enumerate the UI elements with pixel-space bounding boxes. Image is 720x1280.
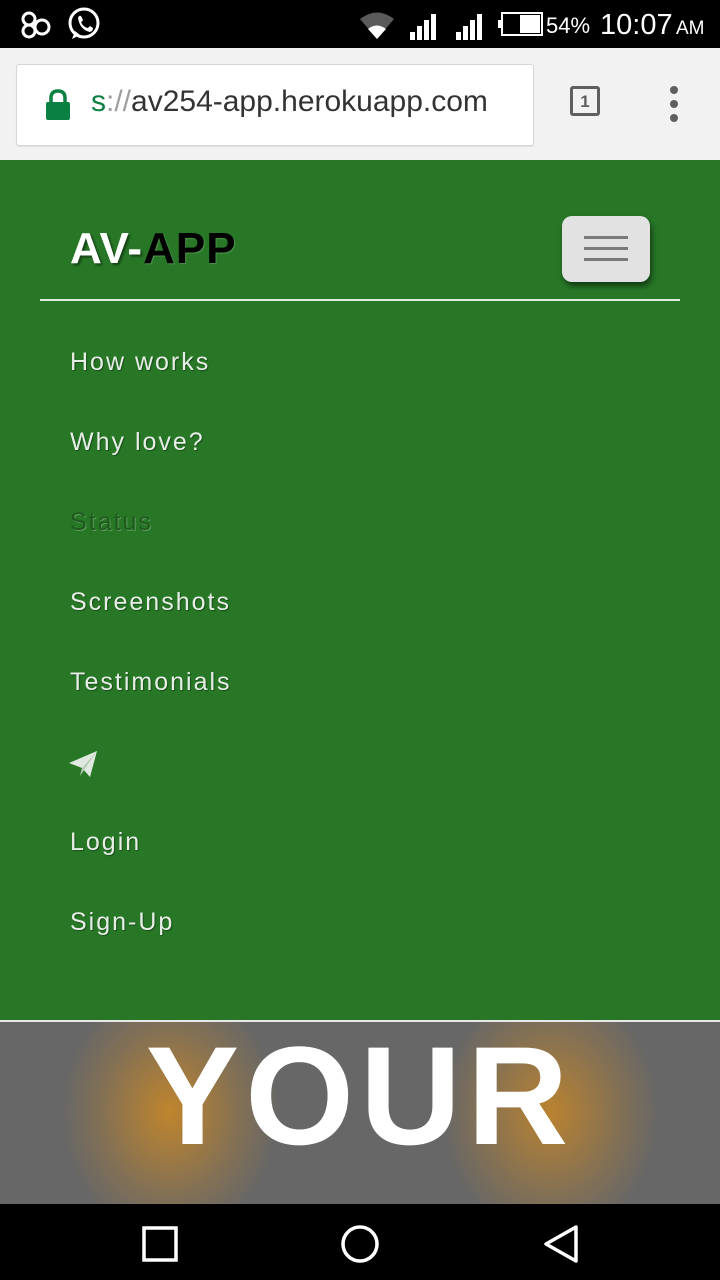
system-nav-bar — [0, 1204, 720, 1280]
hero-heading: YOUR — [145, 1020, 575, 1174]
nav-item-login[interactable]: Login — [70, 828, 141, 857]
url-text[interactable]: s://av254-app.herokuapp.com — [91, 85, 488, 119]
nav-item-why-love[interactable]: Why love? — [70, 428, 205, 457]
signal-icon — [456, 14, 482, 40]
recent-apps-icon[interactable] — [142, 1226, 178, 1262]
clock-ampm: AM — [676, 18, 705, 39]
browser-toolbar: s://av254-app.herokuapp.com 1 — [0, 48, 720, 160]
nav-item-screenshots[interactable]: Screenshots — [70, 588, 231, 617]
url-scheme: s — [91, 85, 106, 118]
battery-percent: 54% — [546, 13, 591, 38]
brand-part-black: APP — [143, 224, 237, 273]
link-icon — [21, 11, 51, 39]
nav-item-testimonials[interactable]: Testimonials — [70, 668, 232, 697]
signal-icon — [410, 14, 436, 40]
hamburger-icon[interactable] — [562, 216, 650, 282]
whatsapp-icon — [68, 7, 100, 39]
tab-count: 1 — [580, 92, 590, 111]
status-bar: 54% 10:07 AM — [0, 0, 720, 48]
brand-part-white: AV- — [70, 224, 144, 273]
clock-time: 10:07 — [600, 9, 673, 41]
home-icon[interactable] — [340, 1224, 380, 1264]
address-bar[interactable]: s://av254-app.herokuapp.com — [16, 64, 534, 146]
back-icon[interactable] — [542, 1224, 580, 1264]
paper-plane-icon[interactable] — [68, 750, 98, 778]
brand-logo[interactable]: AV-APP — [70, 224, 237, 274]
more-vert-icon[interactable] — [662, 86, 686, 122]
lock-icon — [46, 89, 70, 120]
nav-item-how-works[interactable]: How works — [70, 348, 210, 377]
hero-section: YOUR — [0, 1020, 720, 1204]
tabs-icon[interactable]: 1 — [570, 86, 600, 116]
nav-item-sign-up[interactable]: Sign-Up — [70, 908, 174, 937]
nav-divider — [40, 299, 680, 301]
wifi-icon — [360, 12, 394, 39]
url-host: av254-app.herokuapp.com — [131, 85, 488, 118]
battery-icon — [498, 12, 543, 36]
site-navbar: AV-APP How works Why love? Status Screen… — [0, 160, 720, 1020]
nav-item-status[interactable]: Status — [70, 508, 153, 537]
url-separator: :// — [106, 85, 132, 118]
